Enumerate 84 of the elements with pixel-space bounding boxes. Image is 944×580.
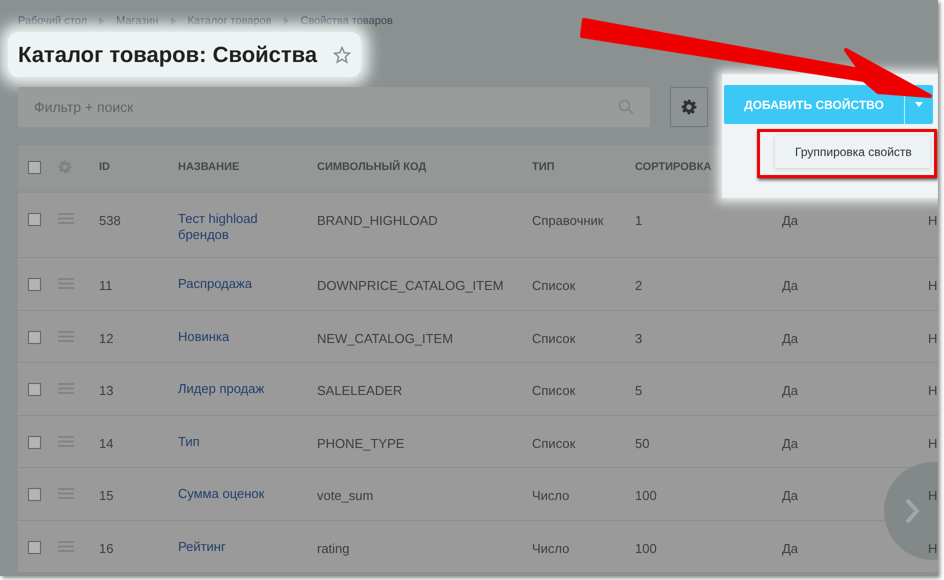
table-cell: Н: [928, 213, 938, 228]
table-cell: Н: [928, 278, 938, 293]
property-link[interactable]: Рейтинг: [178, 538, 317, 554]
table-cell: 15: [99, 488, 114, 503]
table-cell: BRAND_HIGHLOAD: [317, 213, 438, 228]
checkbox[interactable]: [28, 330, 41, 344]
breadcrumb-arrow-icon: [170, 17, 176, 25]
breadcrumb-arrow-icon: [284, 17, 288, 25]
settings-button[interactable]: [670, 87, 708, 127]
table-cell: Список: [532, 330, 576, 346]
table-cell: Да: [782, 488, 798, 503]
table-cell: Да: [782, 540, 798, 556]
table-cell: Список: [532, 436, 576, 450]
checkbox[interactable]: [28, 160, 41, 174]
table-cell: DOWNPRICE_CATALOG_ITEM: [317, 278, 504, 293]
drag-handle-icon[interactable]: [58, 540, 74, 552]
table-cell: 13: [99, 383, 114, 398]
table-cell: Н: [928, 330, 938, 346]
drag-handle-icon[interactable]: [58, 436, 74, 446]
table-cell: Да: [782, 330, 798, 346]
table-cell: Список: [532, 383, 576, 398]
table-cell: 2: [635, 278, 642, 293]
checkbox[interactable]: [28, 540, 41, 554]
table-cell: 538: [99, 213, 121, 228]
property-link[interactable]: Распродажа: [178, 276, 317, 292]
drag-handle-icon[interactable]: [58, 383, 74, 394]
property-link[interactable]: Лидер продаж: [178, 381, 317, 397]
breadcrumb-link[interactable]: Каталог товаров: [188, 12, 272, 30]
checkbox[interactable]: [28, 488, 41, 501]
table-cell: rating: [317, 540, 350, 556]
page-title: Каталог товаров: Свойства: [18, 41, 318, 69]
table-cell: 12: [99, 330, 114, 346]
drag-handle-icon[interactable]: [58, 488, 74, 499]
table-cell: PHONE_TYPE: [317, 436, 404, 450]
table-cell: 100: [635, 488, 657, 503]
property-link[interactable]: Новинка: [178, 328, 317, 344]
property-link[interactable]: Тест highload брендов: [178, 211, 317, 243]
checkbox[interactable]: [28, 383, 41, 396]
table-cell: 16: [99, 540, 114, 556]
table-cell: Н: [928, 488, 938, 503]
table-cell: 11: [99, 278, 112, 293]
gear-icon: [681, 99, 697, 115]
add-property-button[interactable]: ДОБАВИТЬ СВОЙСТВО: [724, 85, 904, 124]
table-cell: Н: [928, 436, 938, 450]
column-header[interactable]: ТИП: [532, 158, 635, 176]
chevron-right-icon: [904, 497, 920, 525]
table-cell: 3: [635, 330, 642, 346]
column-header[interactable]: НАЗВАНИЕ: [178, 158, 317, 176]
filter-search-field[interactable]: Фильтр + поиск: [18, 87, 650, 127]
table-cell: Да: [782, 278, 798, 293]
table-cell: Число: [532, 488, 570, 503]
column-header[interactable]: ID: [99, 158, 178, 176]
table-cell: 50: [635, 436, 650, 450]
table-cell: Н: [928, 383, 938, 398]
breadcrumb-link[interactable]: Магазин: [116, 12, 158, 30]
table-cell: Список: [532, 278, 576, 293]
drag-handle-icon[interactable]: [58, 278, 74, 289]
breadcrumb-link[interactable]: Свойства товаров: [300, 12, 393, 30]
breadcrumb-link[interactable]: Рабочий стол: [18, 12, 88, 30]
drag-handle-icon[interactable]: [58, 213, 74, 224]
menu-item[interactable]: Группировка свойств: [775, 143, 930, 161]
table-cell: NEW_CATALOG_ITEM: [317, 330, 454, 346]
star-icon[interactable]: [333, 46, 352, 64]
table-cell: Справочник: [532, 213, 604, 228]
table-cell: SALELEADER: [317, 383, 402, 398]
table-cell: vote_sum: [317, 488, 374, 503]
table-cell: Да: [782, 383, 798, 398]
table-cell: Да: [782, 213, 798, 228]
table-cell: 14: [99, 436, 114, 450]
drag-handle-icon[interactable]: [58, 330, 74, 342]
checkbox[interactable]: [28, 213, 41, 226]
caret-icon: [915, 102, 923, 107]
checkbox[interactable]: [28, 278, 41, 291]
table-cell: Число: [532, 540, 570, 556]
table-cell: Н: [928, 540, 938, 556]
table-cell: 5: [635, 383, 642, 398]
property-link[interactable]: Сумма оценок: [178, 486, 317, 502]
checkbox[interactable]: [28, 436, 41, 448]
table-cell: 100: [635, 540, 657, 556]
table-cell: Да: [782, 436, 798, 450]
column-header[interactable]: СИМВОЛЬНЫЙ КОД: [317, 158, 532, 176]
property-link[interactable]: Тип: [178, 434, 317, 450]
table-cell: 1: [635, 213, 642, 228]
breadcrumb-arrow-icon: [99, 17, 104, 25]
